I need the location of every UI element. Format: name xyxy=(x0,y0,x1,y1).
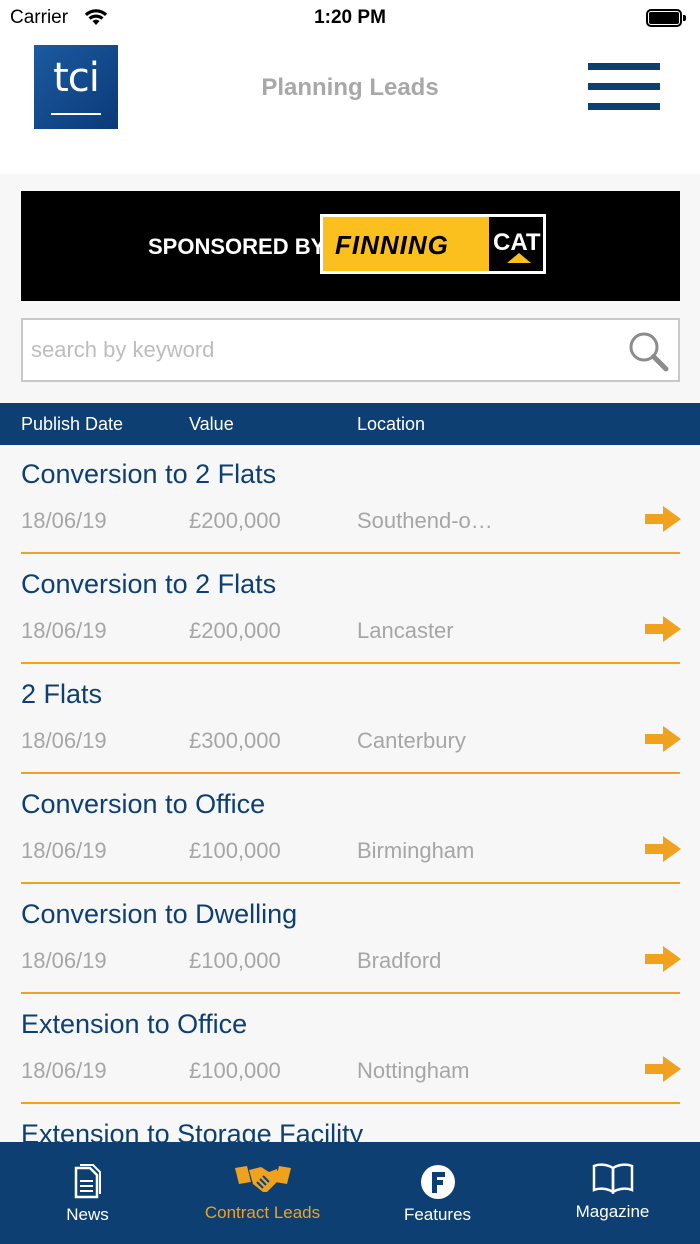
clock: 1:20 PM xyxy=(314,7,386,28)
lead-row[interactable]: Conversion to 2 Flats 18/06/19 £200,000 … xyxy=(0,555,700,665)
arrow-right-icon[interactable] xyxy=(645,946,681,972)
tab-magazine-label: Magazine xyxy=(575,1202,650,1221)
tab-features-label: Features xyxy=(403,1205,472,1224)
column-publish-date: Publish Date xyxy=(21,414,124,434)
search-box xyxy=(21,318,680,382)
lead-location: Bradford xyxy=(357,948,442,973)
finning-wordmark: FINNING xyxy=(335,230,449,260)
search-input[interactable] xyxy=(31,330,611,370)
lead-date: 18/06/19 xyxy=(21,948,107,973)
document-icon xyxy=(74,1164,101,1199)
lead-location: Birmingham xyxy=(357,838,475,863)
arrow-right-icon[interactable] xyxy=(645,726,681,752)
search-icon[interactable] xyxy=(626,329,670,373)
lead-value: £200,000 xyxy=(189,508,281,533)
row-divider xyxy=(21,992,680,994)
lead-location: Southend-o… xyxy=(357,508,493,533)
lead-location: Lancaster xyxy=(357,618,454,643)
lead-row[interactable]: 2 Flats 18/06/19 £300,000 Canterbury xyxy=(0,665,700,775)
lead-title: Extension to Storage Facility xyxy=(21,1119,364,1142)
column-value: Value xyxy=(189,414,234,434)
lead-location: Nottingham xyxy=(357,1058,470,1083)
features-f-icon xyxy=(420,1165,455,1199)
finning-cat-logo: FINNING CAT xyxy=(320,214,546,274)
row-divider xyxy=(21,1102,680,1104)
lead-value: £300,000 xyxy=(189,728,281,753)
hamburger-menu-icon[interactable] xyxy=(588,63,660,111)
lead-value: £100,000 xyxy=(189,1058,281,1083)
lead-title: Extension to Office xyxy=(21,1009,248,1039)
battery-icon xyxy=(646,9,686,27)
lead-title: Conversion to Office xyxy=(21,789,266,819)
lead-date: 18/06/19 xyxy=(21,508,107,533)
tab-news-label: News xyxy=(66,1205,109,1224)
lead-value: £100,000 xyxy=(189,838,281,863)
sponsor-label: SPONSORED BY xyxy=(148,234,326,259)
leads-list[interactable]: Conversion to 2 Flats 18/06/19 £200,000 … xyxy=(0,445,700,1142)
tab-features[interactable]: Features xyxy=(350,1142,525,1244)
lead-date: 18/06/19 xyxy=(21,1058,107,1083)
lead-row[interactable]: Conversion to Office 18/06/19 £100,000 B… xyxy=(0,775,700,885)
lead-date: 18/06/19 xyxy=(21,728,107,753)
column-location: Location xyxy=(357,414,426,434)
cat-logo: CAT xyxy=(489,217,543,271)
tab-contract-leads-label: Contract Leads xyxy=(204,1203,321,1222)
sponsor-banner[interactable]: SPONSORED BY FINNING CAT xyxy=(21,191,680,301)
lead-row[interactable]: Extension to Storage Facility xyxy=(0,1105,700,1142)
lead-date: 18/06/19 xyxy=(21,618,107,643)
row-divider xyxy=(21,552,680,554)
row-divider xyxy=(21,772,680,774)
tab-contract-leads[interactable]: Contract Leads xyxy=(175,1142,350,1244)
lead-value: £200,000 xyxy=(189,618,281,643)
lead-title: Conversion to 2 Flats xyxy=(21,459,277,489)
lead-title: Conversion to Dwelling xyxy=(21,899,298,929)
arrow-right-icon[interactable] xyxy=(645,1056,681,1082)
app-header: tci Planning Leads xyxy=(0,36,700,174)
column-header: Publish Date Value Location xyxy=(0,403,700,445)
lead-date: 18/06/19 xyxy=(21,838,107,863)
lead-row[interactable]: Conversion to Dwelling 18/06/19 £100,000… xyxy=(0,885,700,995)
status-bar: Carrier 1:20 PM xyxy=(0,0,700,36)
book-icon xyxy=(592,1163,633,1194)
tab-bar: News Contract Leads Features Magazine xyxy=(0,1142,700,1244)
row-divider xyxy=(21,882,680,884)
arrow-right-icon[interactable] xyxy=(645,836,681,862)
lead-title: Conversion to 2 Flats xyxy=(21,569,277,599)
handshake-icon xyxy=(234,1166,291,1192)
lead-value: £100,000 xyxy=(189,948,281,973)
tab-magazine[interactable]: Magazine xyxy=(525,1142,700,1244)
lead-location: Canterbury xyxy=(357,728,466,753)
tab-news[interactable]: News xyxy=(0,1142,175,1244)
arrow-right-icon[interactable] xyxy=(645,616,681,642)
lead-row[interactable]: Extension to Office 18/06/19 £100,000 No… xyxy=(0,995,700,1105)
row-divider xyxy=(21,662,680,664)
lead-row[interactable]: Conversion to 2 Flats 18/06/19 £200,000 … xyxy=(0,445,700,555)
arrow-right-icon[interactable] xyxy=(645,506,681,532)
lead-title: 2 Flats xyxy=(21,679,103,709)
